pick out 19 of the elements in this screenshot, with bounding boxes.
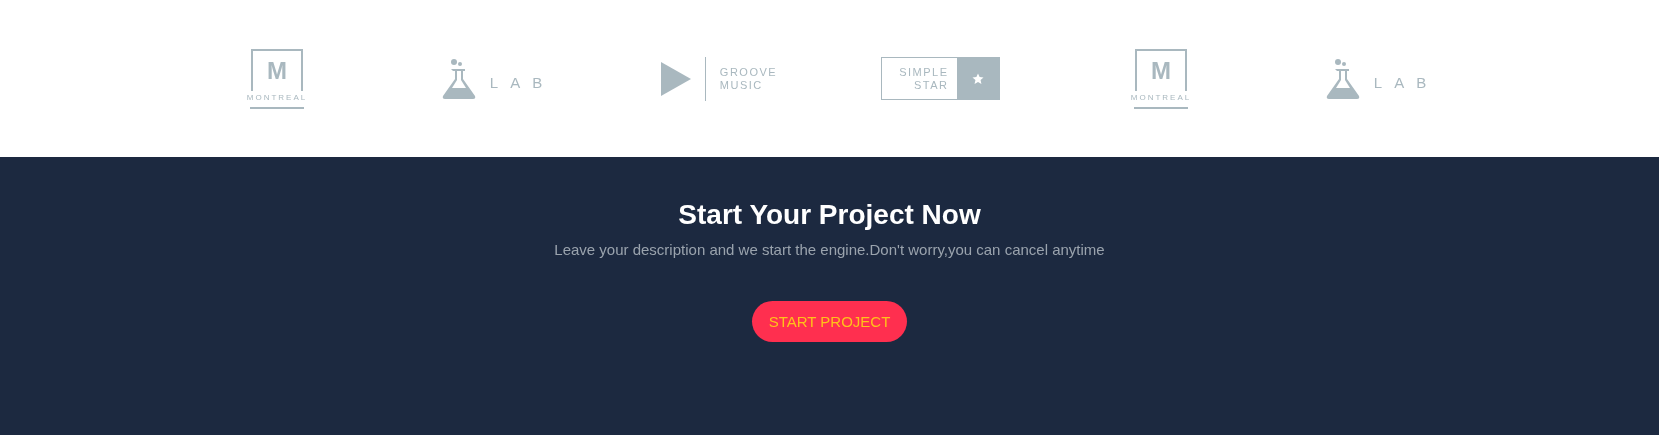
start-project-button[interactable]: START PROJECT [751, 301, 908, 342]
logo-text: MUSIC [719, 78, 764, 92]
flask-icon [441, 57, 476, 100]
flask-icon [1325, 57, 1360, 100]
logo-text: MONTREAL [246, 92, 308, 102]
logo-underline [250, 106, 304, 109]
logo-letter: M [1151, 58, 1171, 83]
logo-underline [1134, 106, 1188, 109]
logo-text: LAB [1373, 74, 1439, 91]
star-icon [971, 72, 984, 85]
section-title: Start Your Project Now [678, 199, 981, 231]
logo-letter: M [267, 58, 287, 83]
section-subtitle: Leave your description and we start the engine.Don't worry,you can cancel anytime [554, 241, 1105, 258]
play-icon [660, 61, 691, 96]
logo-text: MONTREAL [1130, 92, 1192, 102]
logo-text: SIMPLE [899, 65, 949, 79]
logo-text: GROOVE [719, 65, 778, 79]
logo-text: LAB [489, 74, 555, 91]
logo-text: STAR [913, 78, 949, 92]
